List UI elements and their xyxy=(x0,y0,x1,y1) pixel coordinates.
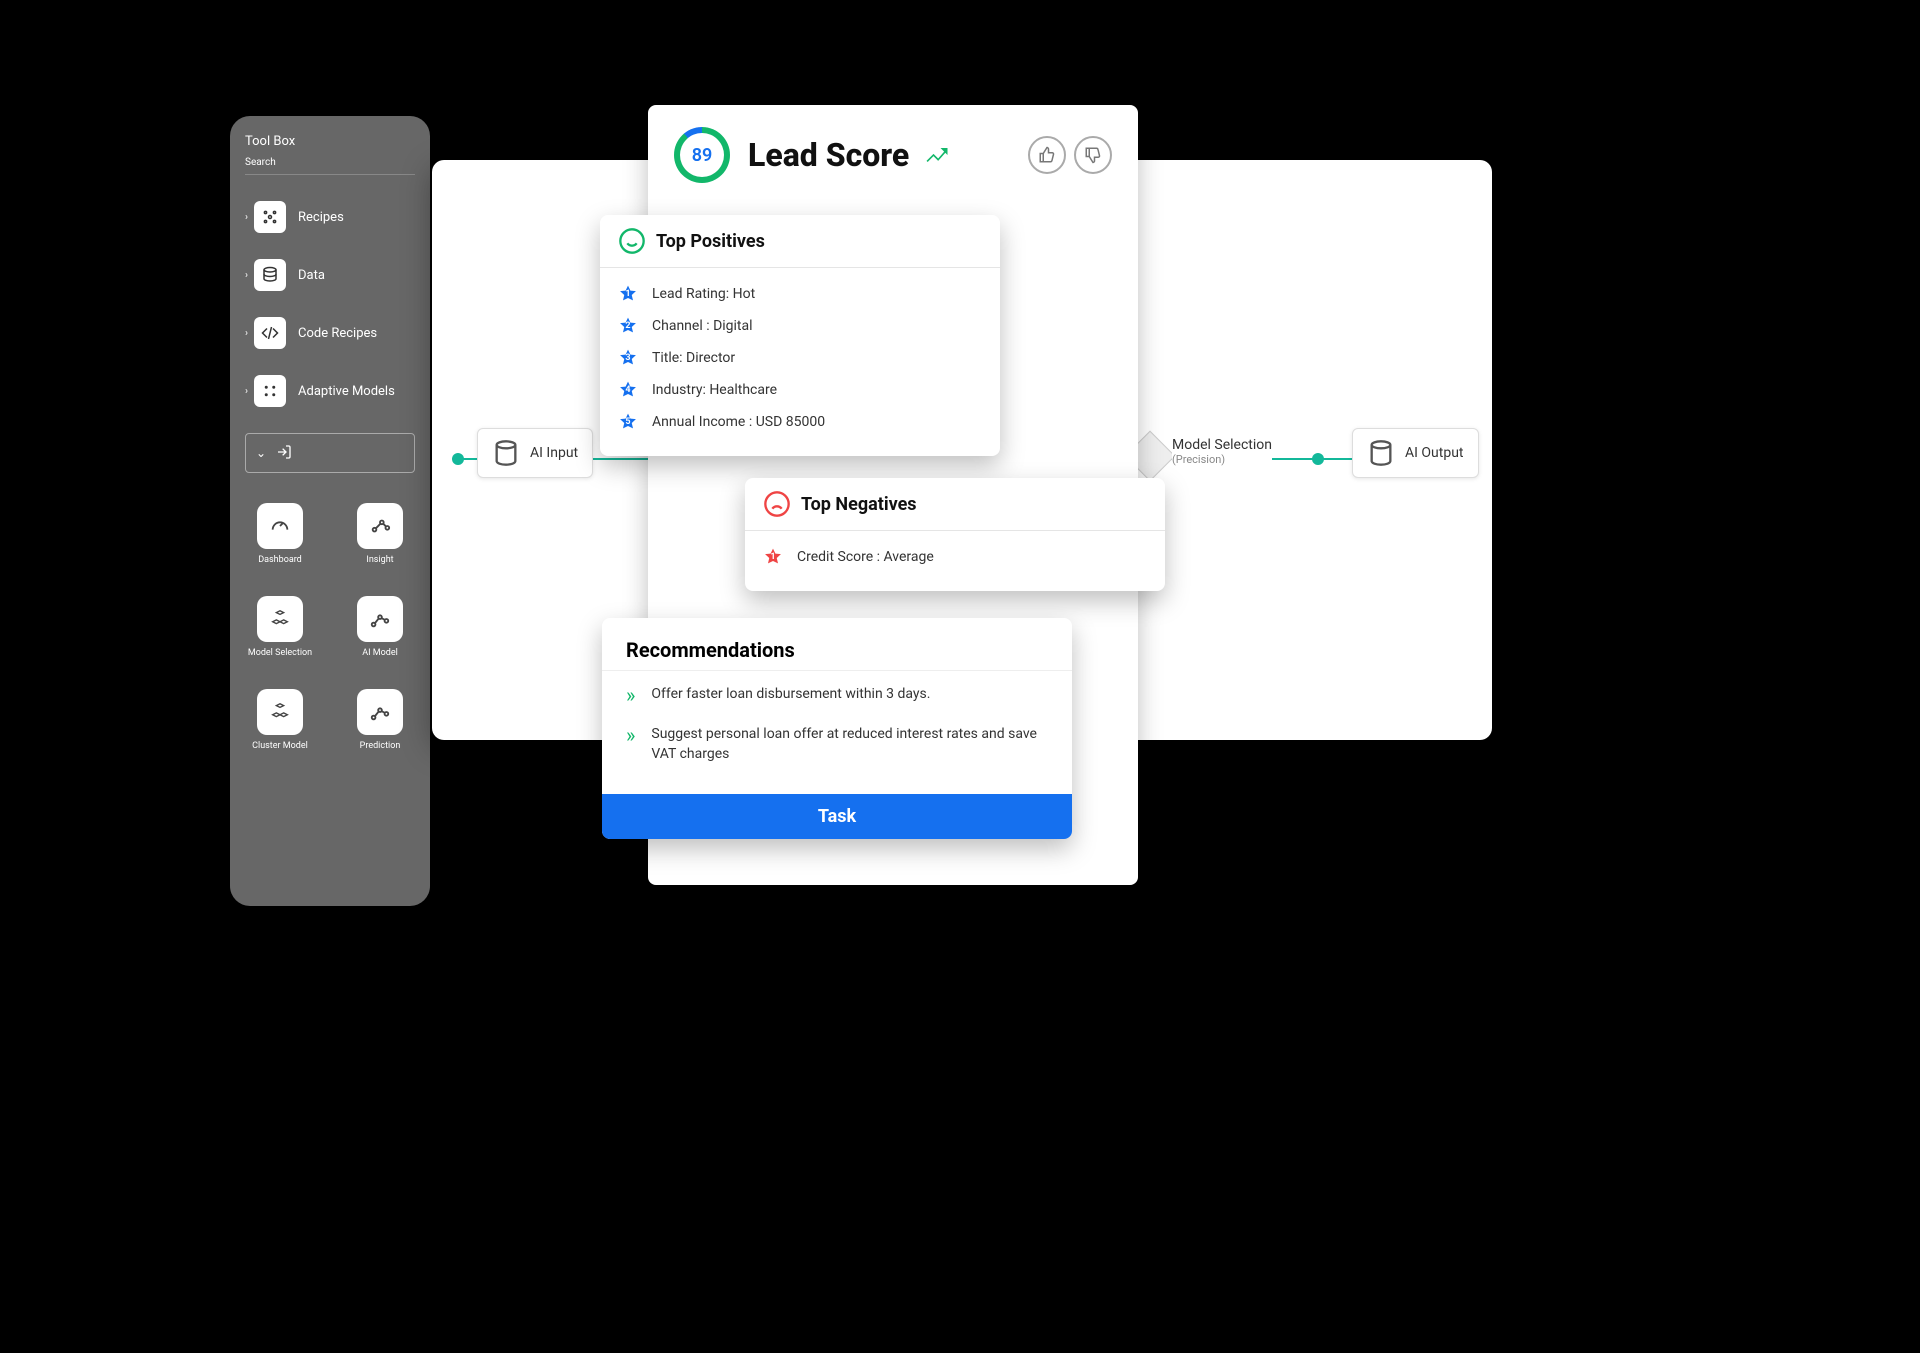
tool-label: Model Selection xyxy=(248,648,312,659)
score-ring: 89 xyxy=(674,127,730,183)
positive-row: 3 Title: Director xyxy=(618,342,982,374)
task-button[interactable]: Task xyxy=(602,794,1072,839)
node-label: AI Input xyxy=(530,445,578,461)
node-sublabel: (Precision) xyxy=(1172,453,1272,466)
recommendations-title: Recommendations xyxy=(602,618,1072,670)
frown-icon xyxy=(763,490,791,518)
thumbs-down-button[interactable] xyxy=(1074,136,1112,174)
positive-row: 5 Annual Income : USD 85000 xyxy=(618,406,982,438)
toolbox-item-data[interactable]: › Data xyxy=(245,259,415,291)
positive-row: 4 Industry: Healthcare xyxy=(618,374,982,406)
tool-label: AI Model xyxy=(362,648,398,659)
chevron-right-icon: › xyxy=(245,328,248,339)
toolbox-collapse[interactable]: ⌄ xyxy=(245,433,415,473)
positives-title: Top Positives xyxy=(656,231,765,252)
flow-endpoint xyxy=(1312,453,1324,465)
node-ai-input[interactable]: AI Input xyxy=(477,428,593,478)
flow-endpoint xyxy=(452,453,464,465)
tool-insight[interactable]: Insight xyxy=(345,503,415,566)
toolbox-item-recipes[interactable]: › Recipes xyxy=(245,201,415,233)
tool-label: Prediction xyxy=(360,741,401,752)
toolbox-search[interactable]: Search xyxy=(245,157,415,175)
logout-icon xyxy=(276,444,292,463)
recommendations-card: Recommendations » Offer faster loan disb… xyxy=(602,618,1072,839)
chevron-right-icon: › xyxy=(245,270,248,281)
node-ai-output[interactable]: AI Output xyxy=(1352,428,1479,478)
chevron-down-icon: ⌄ xyxy=(256,446,266,460)
gauge-icon xyxy=(257,503,303,549)
thumbs-up-button[interactable] xyxy=(1028,136,1066,174)
top-positives-card: Top Positives 1 Lead Rating: Hot 2 Chann… xyxy=(600,215,1000,456)
positive-row: 1 Lead Rating: Hot xyxy=(618,278,982,310)
tool-label: Cluster Model xyxy=(252,741,308,752)
toolbox-item-label: Adaptive Models xyxy=(298,384,395,399)
tool-dashboard[interactable]: Dashboard xyxy=(245,503,315,566)
toolbox-item-label: Recipes xyxy=(298,210,344,225)
code-icon xyxy=(254,317,286,349)
positive-row: 2 Channel : Digital xyxy=(618,310,982,342)
double-arrow-icon: » xyxy=(626,685,635,705)
graph-icon xyxy=(357,689,403,735)
tool-prediction[interactable]: Prediction xyxy=(345,689,415,752)
lead-score-title: Lead Score xyxy=(748,136,909,174)
toolbox-title: Tool Box xyxy=(245,134,415,149)
insight-icon xyxy=(357,503,403,549)
recommendation-row: » Offer faster loan disbursement within … xyxy=(626,675,1048,715)
tool-label: Insight xyxy=(366,555,393,566)
toolbox-item-code[interactable]: › Code Recipes xyxy=(245,317,415,349)
node-label: Model Selection xyxy=(1172,437,1272,453)
node-model-selection[interactable]: Model Selection (Precision) xyxy=(1172,428,1272,472)
recommendation-row: » Suggest personal loan offer at reduced… xyxy=(626,715,1048,774)
cubes-icon xyxy=(257,596,303,642)
score-value: 89 xyxy=(692,145,713,166)
dice-icon xyxy=(254,375,286,407)
database-icon xyxy=(254,259,286,291)
node-label: AI Output xyxy=(1405,445,1464,461)
trend-up-icon xyxy=(923,141,951,169)
tool-ai-model[interactable]: AI Model xyxy=(345,596,415,659)
chevron-right-icon: › xyxy=(245,212,248,223)
toolbox-panel: Tool Box Search › Recipes › xyxy=(230,116,430,906)
graph-icon xyxy=(357,596,403,642)
toolbox-item-label: Code Recipes xyxy=(298,326,377,341)
tool-label: Dashboard xyxy=(258,555,302,566)
double-arrow-icon: » xyxy=(626,725,635,745)
recipe-icon xyxy=(254,201,286,233)
negatives-title: Top Negatives xyxy=(801,494,917,515)
cubes-icon xyxy=(257,689,303,735)
smile-icon xyxy=(618,227,646,255)
chevron-right-icon: › xyxy=(245,386,248,397)
negative-row: 1 Credit Score : Average xyxy=(763,541,1147,573)
top-negatives-card: Top Negatives 1 Credit Score : Average xyxy=(745,478,1165,591)
toolbox-item-label: Data xyxy=(298,268,325,283)
tool-cluster-model[interactable]: Cluster Model xyxy=(245,689,315,752)
toolbox-item-models[interactable]: › Adaptive Models xyxy=(245,375,415,407)
tool-model-selection[interactable]: Model Selection xyxy=(245,596,315,659)
